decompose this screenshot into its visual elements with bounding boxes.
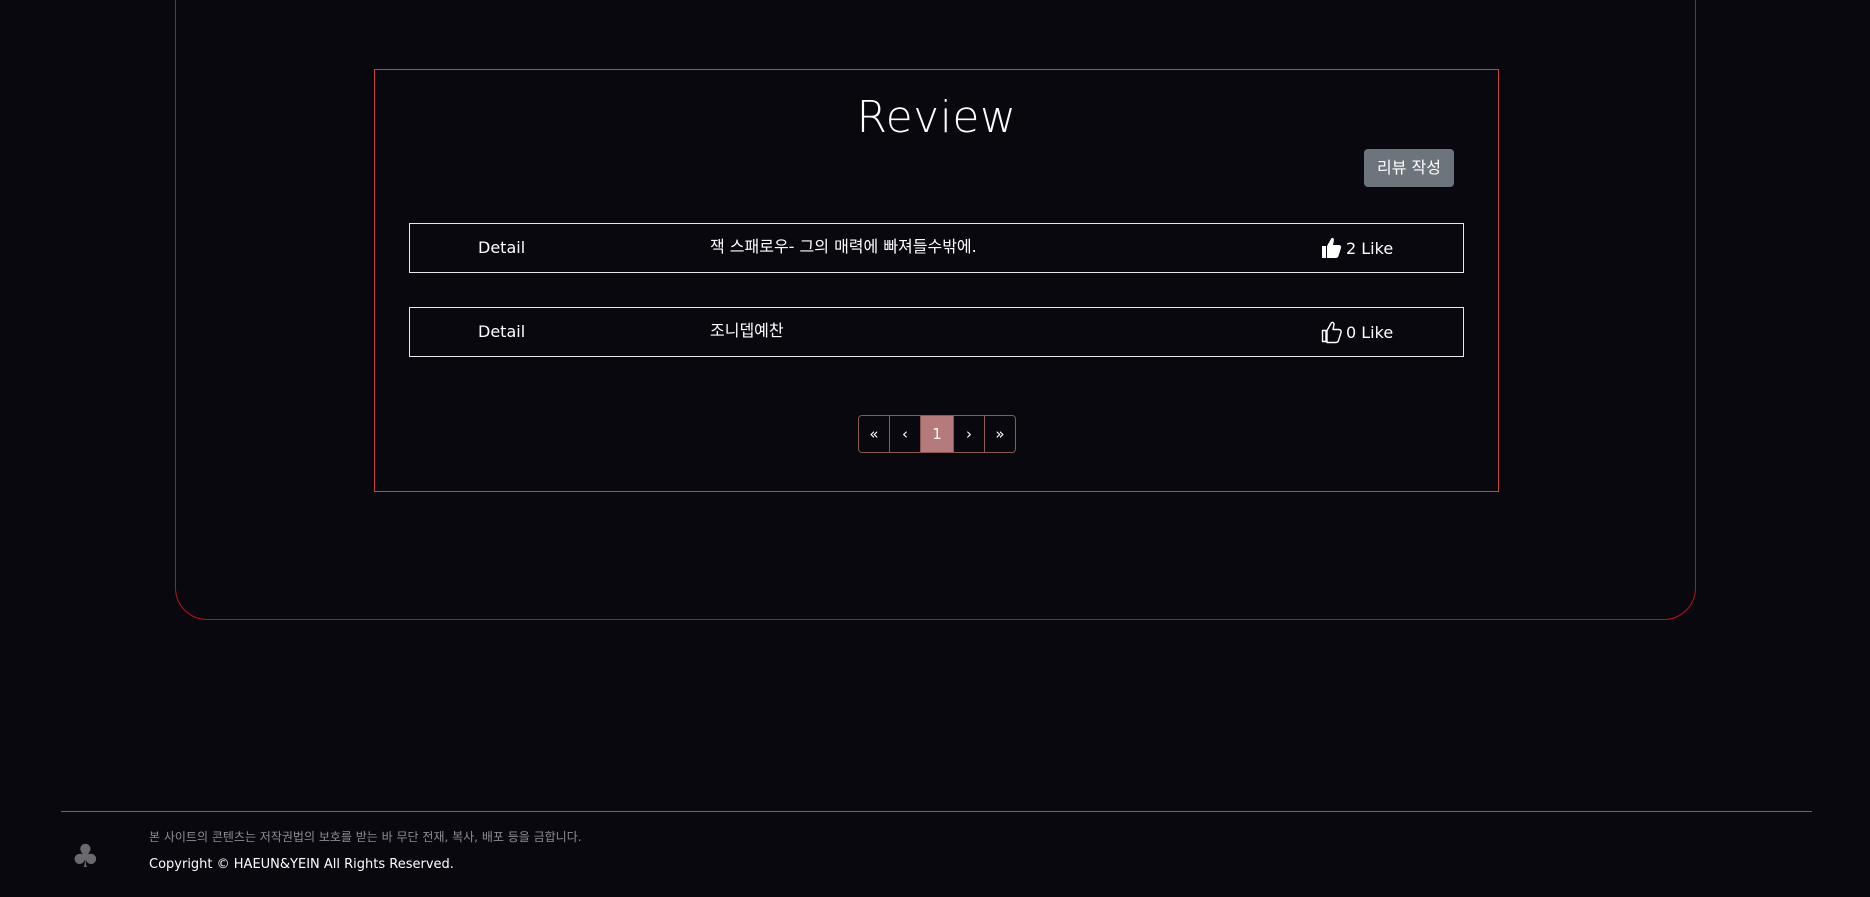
first-page-button[interactable]: « [859, 416, 890, 452]
like-count: 2 Like [1346, 238, 1394, 258]
review-text: 조니뎁예찬 [710, 321, 784, 340]
review-row: Detail 잭 스패로우- 그의 매력에 빠져들수밖에. 2 Like [409, 223, 1464, 273]
last-page-button[interactable]: » [985, 416, 1015, 452]
review-title: Review [856, 92, 1017, 143]
review-text: 잭 스패로우- 그의 매력에 빠져들수밖에. [710, 237, 977, 256]
footer-divider [61, 811, 1812, 812]
review-row: Detail 조니뎁예찬 0 Like [409, 307, 1464, 357]
like-button[interactable]: 2 Like [1320, 224, 1393, 272]
detail-link[interactable]: Detail [478, 224, 525, 272]
club-icon: ♣ [71, 837, 100, 875]
footer-copyright: Copyright © HAEUN&YEIN All Rights Reserv… [149, 857, 454, 872]
thumbs-up-filled-icon [1322, 237, 1342, 258]
review-panel: Review 리뷰 작성 Detail 잭 스패로우- 그의 매력에 빠져들수밖… [374, 69, 1499, 492]
detail-link[interactable]: Detail [478, 308, 525, 356]
footer-notice: 본 사이트의 콘텐츠는 저작권법의 보호를 받는 바 무단 전재, 복사, 배포… [149, 830, 582, 844]
like-count: 0 Like [1346, 322, 1394, 342]
next-page-button[interactable]: › [954, 416, 985, 452]
page-1-button[interactable]: 1 [921, 416, 954, 452]
prev-page-button[interactable]: ‹ [890, 416, 921, 452]
write-review-button[interactable]: 리뷰 작성 [1364, 149, 1454, 187]
like-button[interactable]: 0 Like [1320, 308, 1393, 356]
thumbs-up-outline-icon [1321, 321, 1342, 344]
pagination: « ‹ 1 › » [858, 415, 1016, 453]
